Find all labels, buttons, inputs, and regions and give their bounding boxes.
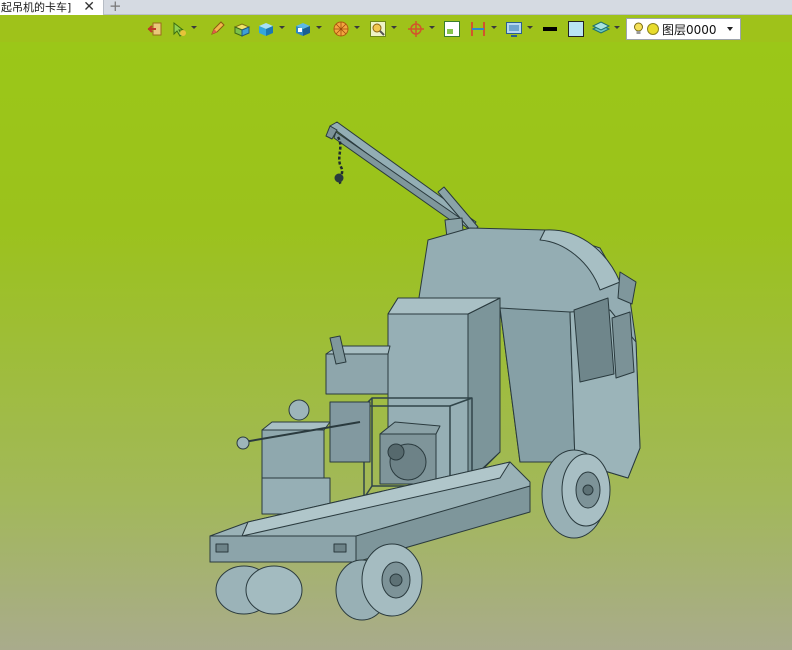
frame-icon[interactable]	[442, 18, 462, 40]
crosshair-dropdown[interactable]	[428, 24, 436, 32]
pointer-dropdown[interactable]	[190, 24, 198, 32]
document-tab-title: 起吊机的卡车]	[1, 1, 72, 14]
crane-hook	[334, 136, 344, 186]
document-tab[interactable]: 起吊机的卡车] ✕	[0, 0, 104, 15]
view-cube-icon[interactable]	[293, 18, 313, 40]
pointer-icon[interactable]	[169, 18, 189, 40]
truck-crane-model[interactable]	[0, 42, 792, 650]
fill-color-icon[interactable]	[566, 18, 586, 40]
render-sphere-icon[interactable]	[331, 18, 351, 40]
section-icon[interactable]	[468, 18, 488, 40]
layer-name: 图层0000	[662, 22, 717, 37]
display-icon[interactable]	[504, 18, 524, 40]
chevron-down-icon[interactable]	[727, 27, 733, 31]
solid-box-icon[interactable]	[256, 18, 276, 40]
line-color-icon[interactable]	[540, 18, 560, 40]
section-dropdown[interactable]	[490, 24, 498, 32]
light-bulb-icon[interactable]	[633, 22, 644, 36]
document-tab-strip: 起吊机的卡车] ✕ +	[0, 0, 792, 15]
crosshair-icon[interactable]	[406, 18, 426, 40]
engine[interactable]	[379, 421, 441, 485]
layer-color-icon[interactable]	[647, 23, 659, 35]
zoom-fit-dropdown[interactable]	[390, 24, 398, 32]
truck-chassis[interactable]	[209, 461, 531, 563]
rear-equipment[interactable]	[236, 335, 391, 515]
front-wheel	[541, 449, 611, 539]
pencil-icon[interactable]	[207, 18, 227, 40]
new-tab-button[interactable]: +	[109, 0, 122, 14]
close-icon[interactable]: ✕	[83, 0, 95, 14]
display-dropdown[interactable]	[526, 24, 534, 32]
exit-icon[interactable]	[145, 18, 165, 40]
cad-application: 起吊机的卡车] ✕ + 图层0000	[0, 0, 792, 650]
zoom-fit-icon[interactable]	[368, 18, 388, 40]
view-cube-dropdown[interactable]	[315, 24, 323, 32]
render-sphere-dropdown[interactable]	[353, 24, 361, 32]
layer-selector[interactable]: 图层0000	[626, 18, 741, 40]
shaded-solid-icon[interactable]	[232, 18, 252, 40]
3d-viewport[interactable]	[0, 42, 792, 650]
layers-icon[interactable]	[591, 18, 611, 40]
layers-dropdown[interactable]	[613, 24, 621, 32]
solid-box-dropdown[interactable]	[278, 24, 286, 32]
